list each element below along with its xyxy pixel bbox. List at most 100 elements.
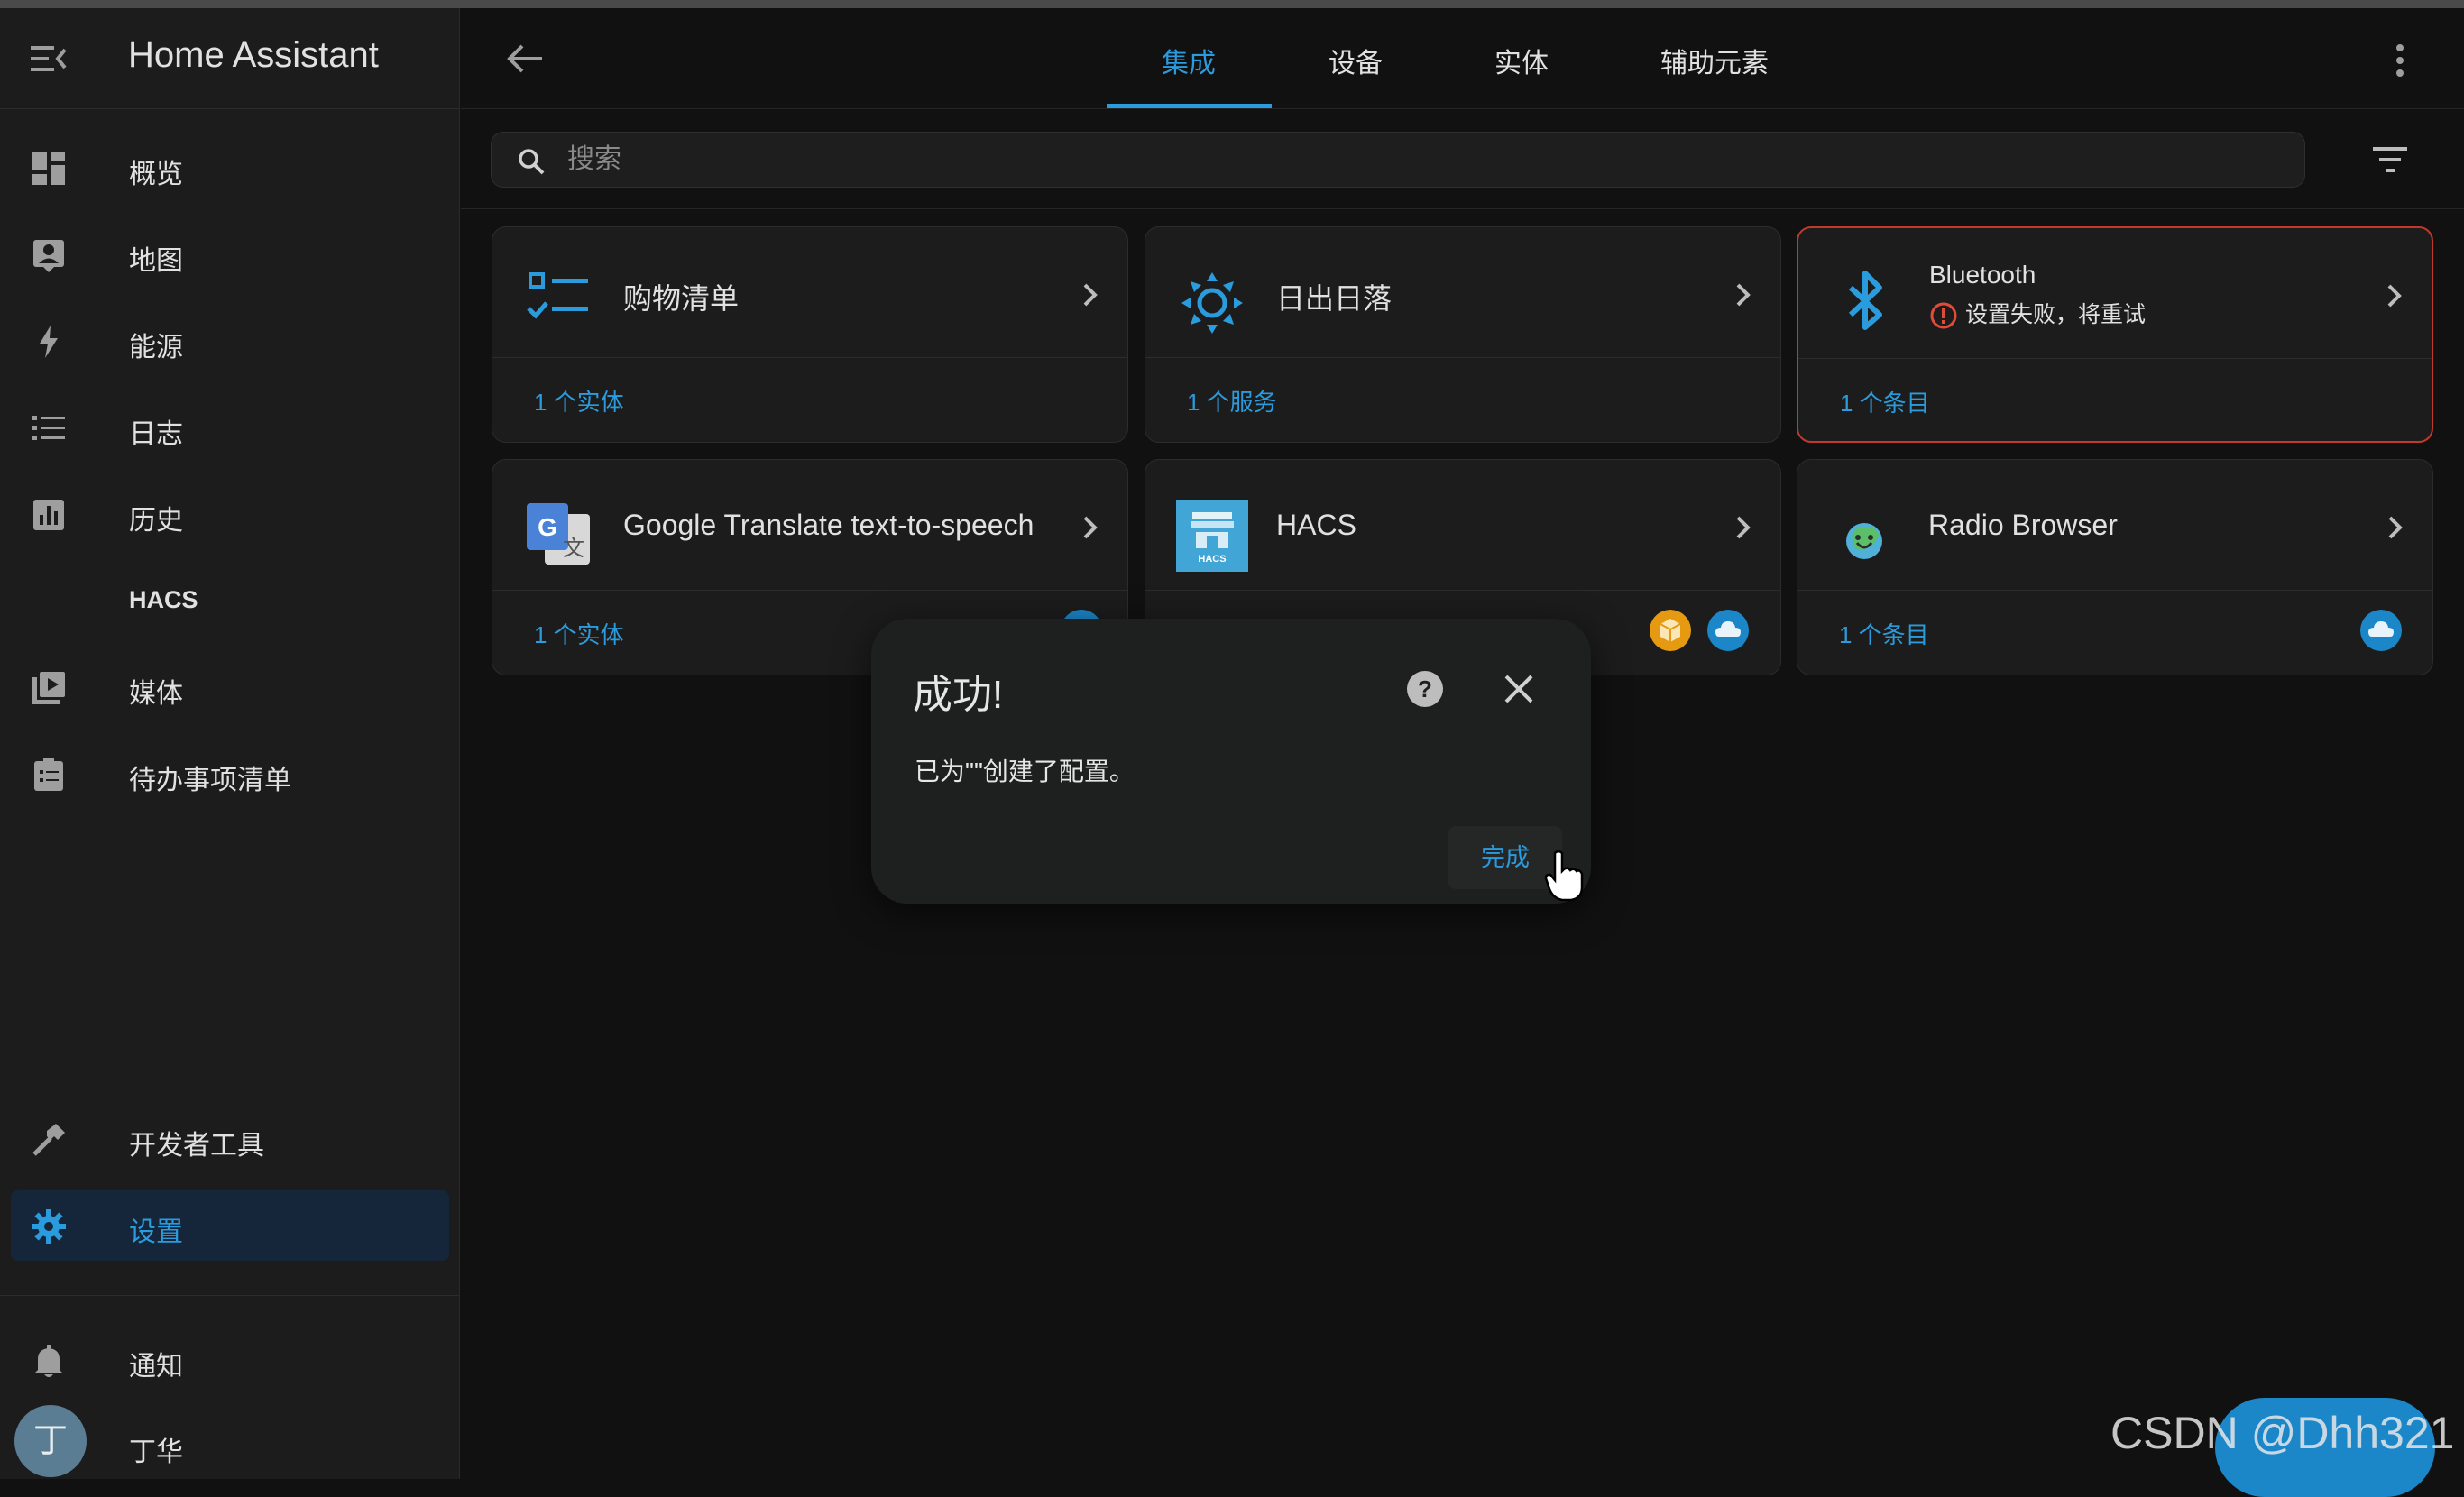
sidebar-item-label: 能源 xyxy=(129,333,183,363)
cloud-badge-icon xyxy=(1707,610,1749,651)
dialog-title: 成功! xyxy=(913,673,1004,717)
tab-devices[interactable]: 设备 xyxy=(1329,41,1383,80)
sidebar-item-map[interactable]: 地图 xyxy=(11,219,449,289)
card-header[interactable]: Bluetooth 设置失败，将重试 xyxy=(1798,228,2432,359)
app-title: Home Assistant xyxy=(128,35,379,75)
hacs-icon: HACS xyxy=(1176,500,1248,572)
cloud-badge-icon xyxy=(2360,610,2402,651)
sidebar-item-label: 地图 xyxy=(129,246,183,276)
sidebar-divider xyxy=(0,1295,460,1296)
sidebar-item-todo[interactable]: 待办事项清单 xyxy=(11,739,449,809)
chevron-right-icon[interactable] xyxy=(2386,514,2405,541)
menu-collapse-icon[interactable] xyxy=(31,42,67,75)
card-error-status: 设置失败，将重试 xyxy=(1929,297,2146,330)
success-dialog: 成功! ? 已为""创建了配置。 完成 xyxy=(871,619,1591,904)
card-error-text: 设置失败，将重试 xyxy=(1965,302,2147,327)
sidebar-item-label: 媒体 xyxy=(129,679,183,709)
sidebar-item-logbook[interactable]: 日志 xyxy=(11,392,449,463)
watermark: CSDN @Dhh321 xyxy=(2110,1408,2455,1458)
user-name: 丁华 xyxy=(129,1437,183,1467)
sidebar-item-hacs[interactable]: HACS xyxy=(11,565,449,636)
more-vertical-icon[interactable] xyxy=(2391,42,2409,78)
hammer-icon xyxy=(32,1124,65,1156)
card-header[interactable]: 购物清单 xyxy=(492,227,1127,358)
search-row xyxy=(461,110,2464,209)
top-bar: 集成 设备 实体 辅助元素 xyxy=(461,8,2464,109)
chevron-right-icon[interactable] xyxy=(1733,514,1753,541)
hacs-logo-text: HACS xyxy=(1198,554,1226,565)
sidebar-item-label: 待办事项清单 xyxy=(129,766,291,795)
sidebar-item-media[interactable]: 媒体 xyxy=(11,652,449,722)
card-footer-link[interactable]: 1 个服务 xyxy=(1187,384,1277,418)
card-footer-link[interactable]: 1 个实体 xyxy=(534,384,624,418)
sidebar-item-energy[interactable]: 能源 xyxy=(11,306,449,376)
integration-card-radio-browser[interactable]: Radio Browser 1 个条目 xyxy=(1797,459,2433,675)
chevron-right-icon[interactable] xyxy=(1080,281,1100,308)
sidebar-item-history[interactable]: 历史 xyxy=(11,479,449,549)
sun-icon xyxy=(1181,272,1243,334)
tab-entities[interactable]: 实体 xyxy=(1494,41,1549,80)
sidebar-item-user[interactable]: 丁华 xyxy=(11,1410,281,1481)
tab-helpers[interactable]: 辅助元素 xyxy=(1660,41,1769,80)
svg-text:G: G xyxy=(538,513,557,541)
chevron-right-icon[interactable] xyxy=(1080,514,1100,541)
checklist-icon xyxy=(527,272,588,319)
card-title: HACS xyxy=(1276,509,1356,541)
list-icon xyxy=(32,416,65,440)
integration-card-shopping-list[interactable]: 购物清单 1 个实体 xyxy=(492,226,1128,443)
sidebar-item-label: 设置 xyxy=(129,1217,183,1247)
back-arrow-icon[interactable] xyxy=(506,41,546,77)
sidebar-item-label: 历史 xyxy=(129,506,183,536)
svg-text:?: ? xyxy=(1418,675,1432,703)
map-person-icon xyxy=(33,240,64,272)
card-title: 购物清单 xyxy=(623,282,740,315)
card-footer-link[interactable]: 1 个实体 xyxy=(534,617,624,650)
sidebar-item-notifications[interactable]: 通知 xyxy=(11,1325,449,1395)
sidebar-header: Home Assistant xyxy=(0,8,460,109)
sidebar-item-settings[interactable]: 设置 xyxy=(11,1190,449,1261)
sidebar-item-label: HACS xyxy=(129,586,198,613)
bell-icon xyxy=(35,1345,62,1377)
sidebar-item-overview[interactable]: 概览 xyxy=(11,133,449,203)
play-box-icon xyxy=(32,672,65,704)
card-header[interactable]: G文 Google Translate text-to-speech xyxy=(492,460,1127,591)
tab-integrations[interactable]: 集成 xyxy=(1162,41,1216,80)
card-title: Radio Browser xyxy=(1928,509,2118,541)
chevron-right-icon[interactable] xyxy=(2385,282,2404,309)
alert-circle-icon xyxy=(1930,302,1957,329)
search-icon xyxy=(519,149,545,175)
filter-icon[interactable] xyxy=(2371,144,2409,175)
clipboard-list-icon xyxy=(34,758,63,791)
card-footer-link[interactable]: 1 个条目 xyxy=(1839,617,1929,650)
lightning-icon xyxy=(40,326,58,358)
sidebar-item-label: 开发者工具 xyxy=(129,1131,264,1161)
radio-browser-icon xyxy=(1846,523,1882,559)
dialog-message: 已为""创建了配置。 xyxy=(915,758,1135,785)
active-tab-indicator xyxy=(1107,104,1272,108)
custom-integration-badge-icon xyxy=(1650,610,1691,651)
search-input[interactable] xyxy=(567,142,2191,178)
hand-pointer-cursor-icon xyxy=(1544,850,1584,902)
chart-box-icon xyxy=(33,500,64,530)
cog-icon xyxy=(32,1209,66,1244)
integration-card-bluetooth[interactable]: Bluetooth 设置失败，将重试 1 个条目 xyxy=(1797,226,2433,443)
google-translate-icon: G文 xyxy=(527,503,590,565)
search-bar[interactable] xyxy=(491,132,2305,188)
help-circle-icon[interactable]: ? xyxy=(1405,669,1445,709)
card-header[interactable]: HACS HACS xyxy=(1145,460,1780,591)
chevron-right-icon[interactable] xyxy=(1733,281,1753,308)
sidebar-item-label: 概览 xyxy=(129,160,183,189)
sidebar: Home Assistant 概览 地图 能源 日志 历史 HACS 媒体 待办… xyxy=(0,8,460,1479)
svg-text:文: 文 xyxy=(563,536,584,561)
card-title: Bluetooth xyxy=(1929,261,2036,289)
integration-card-sun[interactable]: 日出日落 1 个服务 xyxy=(1145,226,1781,443)
close-icon[interactable] xyxy=(1503,673,1535,705)
card-header[interactable]: Radio Browser xyxy=(1797,460,2432,591)
sidebar-item-label: 日志 xyxy=(129,419,183,449)
window-top-edge xyxy=(0,0,2464,8)
sidebar-item-label: 通知 xyxy=(129,1352,183,1382)
sidebar-item-developer-tools[interactable]: 开发者工具 xyxy=(11,1104,449,1174)
bluetooth-icon xyxy=(1848,271,1882,330)
card-header[interactable]: 日出日落 xyxy=(1145,227,1780,358)
card-footer-link[interactable]: 1 个条目 xyxy=(1840,385,1930,418)
